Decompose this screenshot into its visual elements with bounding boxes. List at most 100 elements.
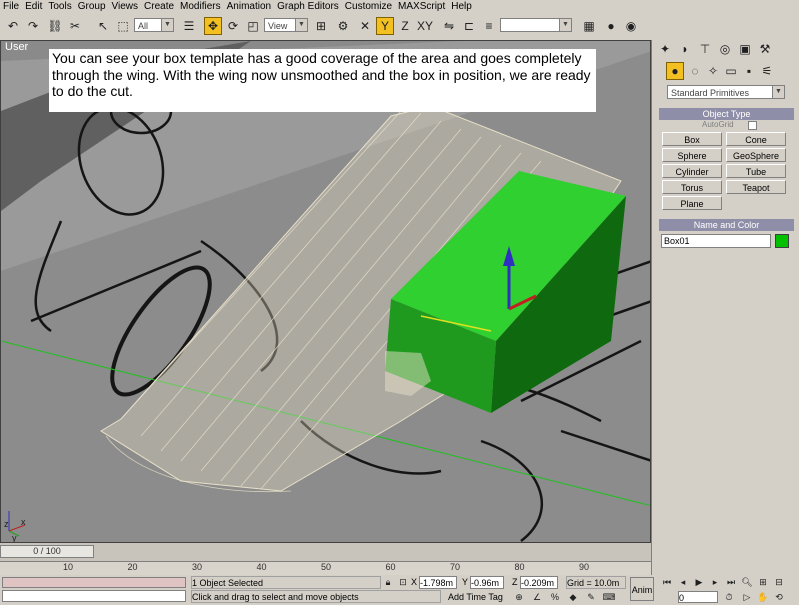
zoom-extents-icon[interactable]: ⊟: [772, 575, 786, 589]
utilities-tab-icon[interactable]: ⚒: [756, 40, 774, 58]
create-tab-icon[interactable]: ✦: [656, 40, 674, 58]
auto-key-button[interactable]: Anim: [630, 577, 654, 601]
y-coordinate-field[interactable]: -0.96m: [470, 576, 504, 589]
restrict-z-icon[interactable]: Z: [396, 17, 414, 35]
create-plane-button[interactable]: Plane: [662, 196, 722, 210]
zoom-icon[interactable]: 🔍︎: [740, 575, 754, 589]
menu-modifiers[interactable]: Modifiers: [177, 0, 224, 14]
menu-customize[interactable]: Customize: [342, 0, 395, 14]
select-and-rotate-icon[interactable]: ⟳: [224, 17, 242, 35]
mirror-icon[interactable]: ⇋: [440, 17, 458, 35]
menu-help[interactable]: Help: [448, 0, 475, 14]
select-object-icon[interactable]: ↖: [94, 17, 112, 35]
track-bar[interactable]: 10 20 30 40 50 60 70 80 90: [0, 561, 651, 575]
helpers-icon[interactable]: ▪: [740, 62, 758, 80]
menu-create[interactable]: Create: [141, 0, 177, 14]
menu-maxscript[interactable]: MAXScript: [395, 0, 448, 14]
material-editor-icon[interactable]: ▦: [580, 17, 598, 35]
create-geosphere-button[interactable]: GeoSphere: [726, 148, 786, 162]
create-sphere-button[interactable]: Sphere: [662, 148, 722, 162]
zoom-all-icon[interactable]: ⊞: [756, 575, 770, 589]
arc-rotate-icon[interactable]: ⟲: [772, 590, 786, 604]
quick-render-icon[interactable]: ◉: [622, 17, 640, 35]
geometry-icon[interactable]: ●: [666, 62, 684, 80]
menu-file[interactable]: File: [0, 0, 22, 14]
create-tube-button[interactable]: Tube: [726, 164, 786, 178]
create-teapot-button[interactable]: Teapot: [726, 180, 786, 194]
object-name-field[interactable]: Box01: [661, 234, 771, 248]
create-cylinder-button[interactable]: Cylinder: [662, 164, 722, 178]
cameras-icon[interactable]: ▭: [722, 62, 740, 80]
previous-frame-icon[interactable]: ◂: [676, 575, 690, 589]
select-and-move-icon[interactable]: ✥: [204, 17, 222, 35]
select-manipulate-icon[interactable]: ⚙: [334, 17, 352, 35]
current-frame-field[interactable]: 0: [678, 591, 718, 603]
select-region-icon[interactable]: ⬚: [114, 17, 132, 35]
menu-tools[interactable]: Tools: [45, 0, 74, 14]
play-icon[interactable]: ▶: [692, 575, 706, 589]
undo-icon[interactable]: ↶: [4, 17, 22, 35]
reference-coordinate-dropdown[interactable]: View ▼: [264, 18, 308, 32]
restrict-y-icon[interactable]: Y: [376, 17, 394, 35]
redo-icon[interactable]: ↷: [24, 17, 42, 35]
add-time-tag[interactable]: Add Time Tag: [448, 591, 508, 604]
named-selection-dropdown[interactable]: ▼: [500, 18, 572, 32]
absolute-mode-icon[interactable]: ⊡: [396, 575, 410, 589]
z-coordinate-field[interactable]: -0.209m: [520, 576, 558, 589]
menu-views[interactable]: Views: [109, 0, 142, 14]
restrict-xy-icon[interactable]: XY: [416, 17, 434, 35]
create-cone-button[interactable]: Cone: [726, 132, 786, 146]
select-by-name-icon[interactable]: ☰: [180, 17, 198, 35]
shapes-icon[interactable]: ◌: [686, 62, 704, 80]
angle-snap-icon[interactable]: ∠: [530, 590, 544, 604]
object-color-swatch[interactable]: [775, 234, 789, 248]
edit-named-selections-icon[interactable]: ✎: [584, 590, 598, 604]
name-and-color-rollout[interactable]: Name and Color: [659, 219, 794, 231]
menu-graph-editors[interactable]: Graph Editors: [274, 0, 342, 14]
motion-tab-icon[interactable]: ◎: [716, 40, 734, 58]
time-config-icon[interactable]: ⏱: [722, 590, 736, 604]
systems-icon[interactable]: ⚟: [758, 62, 776, 80]
x-coordinate-field[interactable]: -1.798m: [419, 576, 457, 589]
pivot-center-icon[interactable]: ⊞: [312, 17, 330, 35]
user-viewport[interactable]: z x y User You can see your box template…: [0, 40, 651, 543]
hierarchy-tab-icon[interactable]: ⊤: [696, 40, 714, 58]
percent-snap-icon[interactable]: %: [548, 590, 562, 604]
snap-toggle-icon[interactable]: ⊕: [512, 590, 526, 604]
timeline-tick: 30: [192, 562, 203, 572]
menu-group[interactable]: Group: [75, 0, 109, 14]
modify-tab-icon[interactable]: ◗: [676, 40, 694, 58]
autogrid-checkbox[interactable]: [748, 121, 757, 130]
select-and-scale-icon[interactable]: ◰: [244, 17, 262, 35]
maxscript-listener[interactable]: [2, 577, 186, 588]
lights-icon[interactable]: ✧: [704, 62, 722, 80]
timeline-tick: 60: [385, 562, 396, 572]
timeline-tick: 20: [127, 562, 138, 572]
pan-icon[interactable]: ✋: [756, 590, 770, 604]
layer-manager-icon[interactable]: ≡: [480, 17, 498, 35]
axis-y-label: y: [12, 533, 17, 543]
next-frame-icon[interactable]: ▸: [708, 575, 722, 589]
render-scene-icon[interactable]: ●: [602, 17, 620, 35]
go-to-start-icon[interactable]: ⏮: [660, 575, 674, 589]
create-torus-button[interactable]: Torus: [662, 180, 722, 194]
time-slider[interactable]: 0 / 100: [0, 545, 94, 558]
go-to-end-icon[interactable]: ⏭: [724, 575, 738, 589]
object-type-rollout[interactable]: Object Type: [659, 108, 794, 120]
lock-selection-icon[interactable]: 🔒︎: [381, 575, 395, 589]
menu-edit[interactable]: Edit: [22, 0, 45, 14]
restrict-x-icon[interactable]: ✕: [356, 17, 374, 35]
viewport-label[interactable]: User: [5, 41, 28, 53]
menu-animation[interactable]: Animation: [224, 0, 274, 14]
align-icon[interactable]: ⊏: [460, 17, 478, 35]
category-dropdown[interactable]: Standard Primitives ▼: [667, 85, 785, 99]
keyboard-shortcut-icon[interactable]: ⌨: [602, 590, 616, 604]
spinner-snap-icon[interactable]: ◆: [566, 590, 580, 604]
unlink-icon[interactable]: ✂: [66, 17, 84, 35]
display-tab-icon[interactable]: ▣: [736, 40, 754, 58]
maxscript-input[interactable]: [2, 590, 186, 602]
selection-filter-dropdown[interactable]: All ▼: [134, 18, 174, 32]
field-of-view-icon[interactable]: ▷: [740, 590, 754, 604]
select-and-link-icon[interactable]: ⛓: [46, 17, 64, 35]
create-box-button[interactable]: Box: [662, 132, 722, 146]
